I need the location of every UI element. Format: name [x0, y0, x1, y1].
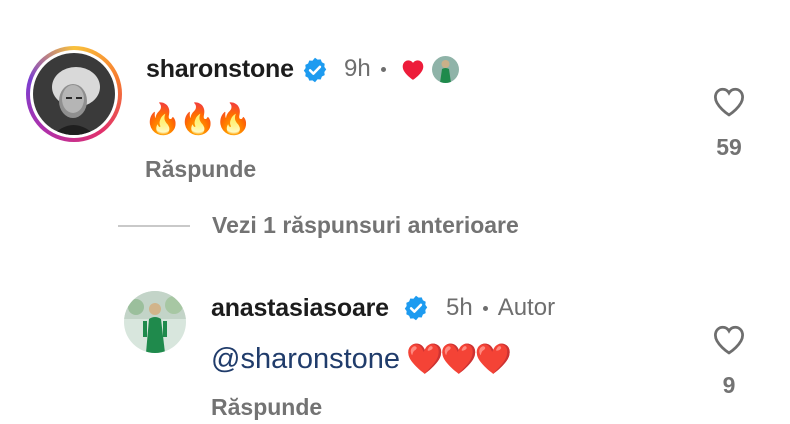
- comment-text: ❤️❤️❤️: [406, 342, 512, 377]
- reply-button[interactable]: Răspunde: [145, 156, 256, 183]
- liked-by-author-heart-icon: [402, 60, 423, 80]
- comment-time: 5h: [446, 294, 473, 321]
- avatar-story-ring[interactable]: [26, 46, 122, 142]
- like-heart-icon[interactable]: [710, 322, 748, 356]
- comment-item: sharonstone 9h 🔥🔥🔥 Răspunde 59: [0, 0, 790, 200]
- separator-dot: [380, 66, 386, 72]
- like-heart-icon[interactable]: [710, 84, 748, 118]
- like-count: 59: [716, 134, 742, 160]
- verified-badge-icon: [303, 57, 327, 83]
- view-previous-replies-button[interactable]: Vezi 1 răspunsuri anterioare: [118, 212, 519, 239]
- view-replies-label: Vezi 1 răspunsuri anterioare: [212, 212, 519, 238]
- comment-text-line: @sharonstone ❤️❤️❤️: [211, 342, 512, 377]
- comment-meta: 9h: [344, 55, 459, 83]
- comment-username[interactable]: sharonstone: [146, 55, 294, 84]
- mention-link[interactable]: @sharonstone: [211, 343, 400, 376]
- reply-button[interactable]: Răspunde: [211, 394, 322, 421]
- comment-text: 🔥🔥🔥: [144, 102, 252, 137]
- reply-comment-item: anastasiasoare 5h Autor @sharonstone ❤️❤…: [0, 270, 790, 424]
- author-mini-avatar: [431, 55, 459, 83]
- comment-username[interactable]: anastasiasoare: [211, 294, 389, 323]
- comment-meta: 5h Autor: [446, 294, 555, 322]
- like-count: 9: [722, 372, 736, 398]
- avatar[interactable]: [124, 291, 186, 353]
- verified-badge-icon: [404, 295, 428, 321]
- author-badge: Autor: [497, 294, 556, 321]
- comment-time: 9h: [344, 55, 371, 82]
- avatar: [33, 53, 115, 135]
- separator-dot: [482, 305, 488, 311]
- thread-line: [118, 224, 190, 227]
